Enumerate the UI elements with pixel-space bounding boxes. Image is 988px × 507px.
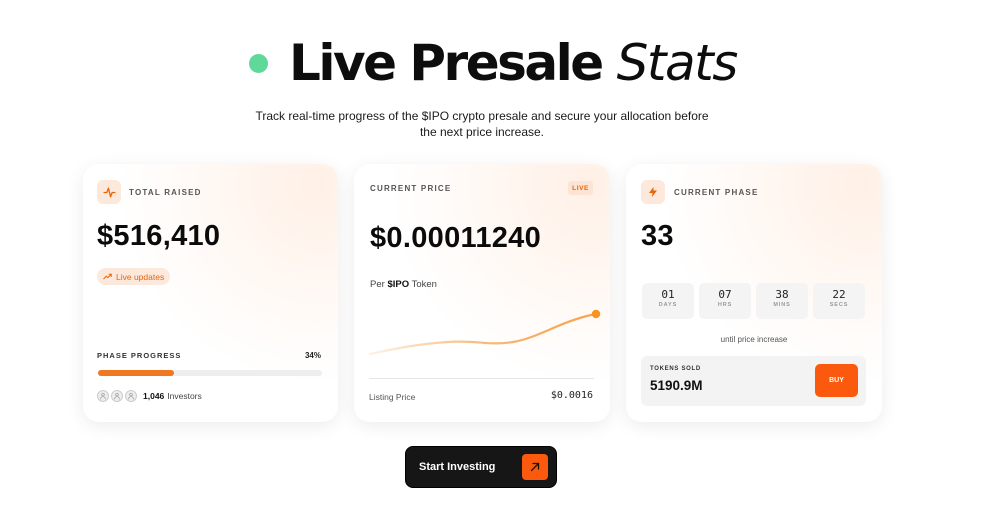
current-phase-value: 33 — [641, 220, 674, 252]
current-price-card: CURRENT PRICE LIVE $0.00011240 Per $IPO … — [354, 164, 610, 422]
page-subtitle: Track real-time progress of the $IPO cry… — [255, 109, 709, 139]
countdown-seconds: 22 SECS — [813, 283, 865, 319]
countdown-minutes: 38 MINS — [756, 283, 808, 319]
live-updates-badge: Live updates — [97, 268, 171, 285]
page-title: Live Presale Stats — [289, 32, 739, 94]
current-phase-label: CURRENT PHASE — [674, 188, 759, 197]
total-raised-label: TOTAL RAISED — [129, 188, 202, 197]
avatar — [125, 390, 137, 402]
phase-progress-value: 34% — [304, 351, 321, 360]
countdown-seconds-unit: SECS — [829, 302, 849, 308]
lightning-bolt-icon — [641, 180, 665, 204]
countdown-days: 01 DAYS — [642, 283, 694, 319]
current-price-label: CURRENT PRICE — [370, 184, 452, 193]
countdown-seconds-value: 22 — [832, 288, 846, 301]
tokens-sold-box: TOKENS SOLD 5190.9M BUY — [641, 356, 866, 406]
phase-progress-fill — [98, 370, 175, 376]
buy-button[interactable]: BUY — [815, 364, 858, 397]
arrow-up-right-icon — [522, 454, 548, 480]
countdown-hours: 07 HRS — [699, 283, 751, 319]
live-badge: LIVE — [568, 181, 593, 195]
phase-progress-bar — [98, 370, 322, 376]
activity-pulse-icon — [97, 180, 121, 204]
sparkline-endpoint — [591, 309, 601, 319]
countdown-minutes-unit: MINS — [773, 302, 791, 308]
per-token-text: Per $IPO Token — [370, 279, 437, 290]
start-investing-label: Start Investing — [419, 461, 496, 473]
countdown-minutes-value: 38 — [775, 288, 789, 301]
countdown-days-value: 01 — [661, 288, 675, 301]
per-token-suffix: Token — [411, 279, 437, 290]
start-investing-button[interactable]: Start Investing — [405, 446, 557, 488]
live-updates-text: Live updates — [116, 271, 165, 282]
tokens-sold-label: TOKENS SOLD — [650, 366, 701, 372]
countdown-hours-unit: HRS — [717, 302, 733, 308]
price-sparkline — [368, 309, 601, 356]
divider — [369, 378, 594, 379]
per-token-prefix: Per — [370, 279, 385, 290]
phase-progress-label: PHASE PROGRESS — [97, 351, 182, 360]
total-raised-card: TOTAL RAISED $516,410 Live updates PHASE… — [83, 164, 338, 422]
current-phase-card: CURRENT PHASE 33 01 DAYS 07 HRS 38 MINS … — [626, 164, 882, 422]
investors-count: 1,046 — [143, 391, 165, 401]
per-token-symbol: $IPO — [387, 279, 410, 290]
avatar — [97, 390, 109, 402]
total-raised-value: $516,410 — [97, 220, 221, 252]
trending-up-icon — [103, 273, 112, 280]
until-price-increase-text: until price increase — [720, 335, 788, 344]
page-title-bold: Live Presale — [289, 34, 604, 92]
sparkline-path — [368, 312, 598, 356]
current-price-value: $0.00011240 — [370, 222, 542, 254]
investors-row: 1,046 Investors — [97, 390, 202, 402]
countdown-days-unit: DAYS — [658, 302, 678, 308]
listing-price-value: $0.0016 — [550, 390, 593, 401]
avatar — [111, 390, 123, 402]
page-title-italic: Stats — [616, 34, 739, 92]
live-indicator-dot — [249, 54, 268, 73]
listing-price-label: Listing Price — [369, 392, 416, 402]
countdown-hours-value: 07 — [718, 288, 732, 301]
tokens-sold-value: 5190.9M — [650, 378, 703, 393]
investors-label: Investors — [167, 391, 202, 401]
